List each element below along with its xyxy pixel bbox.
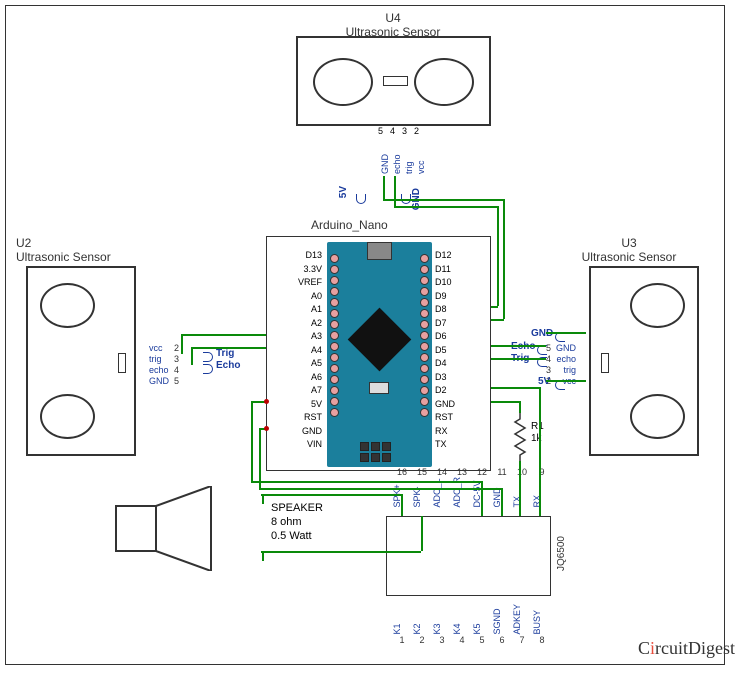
wire bbox=[503, 199, 505, 319]
u2-label: U2Ultrasonic Sensor bbox=[16, 236, 166, 264]
wire bbox=[546, 332, 586, 334]
net-5v: 5V bbox=[538, 376, 550, 387]
icsp-header-icon bbox=[360, 442, 391, 462]
wire bbox=[546, 380, 586, 382]
watermark: CircuitDigest bbox=[638, 638, 735, 659]
net-trig: Trig bbox=[216, 348, 234, 359]
wire bbox=[539, 387, 541, 516]
net-symbol-icon bbox=[356, 191, 366, 209]
wire bbox=[401, 494, 403, 516]
ultrasonic-sensor-u3: GNDechotrigvcc 5432 bbox=[589, 266, 699, 456]
wire bbox=[259, 428, 261, 488]
jq6500-top-nums: 161514131211109 bbox=[392, 467, 552, 477]
wire bbox=[383, 176, 385, 199]
arduino-label: Arduino_Nano bbox=[311, 218, 388, 232]
net-symbol-icon bbox=[550, 332, 568, 342]
wire bbox=[519, 401, 521, 413]
u4-label: U4Ultrasonic Sensor bbox=[318, 11, 468, 39]
sensor-crystal-icon bbox=[383, 76, 408, 86]
reset-button-icon bbox=[369, 382, 389, 394]
nano-pins-right bbox=[420, 254, 429, 417]
net-symbol-icon bbox=[532, 345, 550, 355]
wire bbox=[251, 481, 481, 483]
net-5v: 5V bbox=[338, 186, 349, 198]
ultrasonic-sensor-u2: vcctrigechoGND 2345 bbox=[26, 266, 136, 456]
wire bbox=[262, 551, 264, 561]
u2-pin-nums: 2345 bbox=[174, 343, 179, 387]
junction-node bbox=[264, 426, 269, 431]
sensor-port-icon bbox=[630, 394, 685, 439]
wire bbox=[421, 516, 423, 551]
wire bbox=[394, 206, 497, 208]
arduino-right-pins: D12D11D10D9D8D7D6D5D4D3D2GNDRSTRXTX bbox=[435, 249, 485, 452]
sensor-port-icon bbox=[313, 58, 373, 106]
net-symbol-icon bbox=[200, 364, 218, 374]
resistor-label: R11k bbox=[531, 421, 544, 445]
jq6500-module: 161514131211109 SPK+SPK-ADC_LADC_RDC-5VG… bbox=[386, 516, 551, 596]
u4-pin-labels: GNDechotrigvcc bbox=[380, 154, 428, 174]
speaker-symbol bbox=[111, 486, 261, 571]
wire bbox=[501, 488, 503, 516]
wire bbox=[181, 334, 266, 336]
wire bbox=[491, 358, 546, 360]
wire bbox=[191, 347, 266, 349]
wire bbox=[191, 347, 193, 365]
speaker-label: SPEAKER8 ohm0.5 Watt bbox=[271, 501, 323, 543]
wire bbox=[262, 494, 264, 504]
net-symbol-icon bbox=[550, 380, 568, 390]
sensor-crystal-icon bbox=[601, 353, 609, 373]
wire bbox=[261, 494, 401, 496]
jq6500-label: JQ6500 bbox=[556, 536, 567, 571]
u3-label: U3Ultrasonic Sensor bbox=[554, 236, 704, 264]
wire bbox=[261, 551, 421, 553]
wire bbox=[519, 461, 521, 516]
jq6500-bot-pins: K1K2K3K4K5SGNDADKEYBUSY bbox=[392, 604, 552, 635]
sensor-port-icon bbox=[630, 283, 685, 328]
ultrasonic-sensor-u4: GNDechotrigvcc 5432 bbox=[296, 36, 491, 126]
wire bbox=[491, 306, 498, 308]
u4-pin-nums: 5432 bbox=[378, 126, 426, 136]
sensor-port-icon bbox=[40, 394, 95, 439]
net-symbol-icon bbox=[200, 352, 218, 362]
nano-pins-left bbox=[330, 254, 339, 417]
usb-icon bbox=[367, 242, 392, 260]
wire bbox=[481, 481, 483, 516]
sensor-port-icon bbox=[414, 58, 474, 106]
wire bbox=[491, 401, 521, 403]
wire bbox=[491, 345, 546, 347]
wire bbox=[259, 488, 501, 490]
arduino-left-pins: D133.3VVREFA0A1A2A3A4A5A6A75VRSTGNDVIN bbox=[272, 249, 322, 452]
junction-node bbox=[264, 399, 269, 404]
sensor-crystal-icon bbox=[118, 353, 126, 373]
nano-board bbox=[327, 242, 432, 467]
resistor-r1 bbox=[513, 411, 528, 461]
wire bbox=[181, 334, 183, 354]
sensor-port-icon bbox=[40, 283, 95, 328]
wire bbox=[497, 206, 499, 306]
wire bbox=[491, 319, 504, 321]
wire bbox=[491, 387, 541, 389]
arduino-nano: D133.3VVREFA0A1A2A3A4A5A6A75VRSTGNDVIN D… bbox=[266, 236, 491, 471]
wire bbox=[251, 401, 253, 481]
jq6500-bot-nums: 12345678 bbox=[392, 635, 552, 645]
schematic-frame: U4Ultrasonic Sensor GNDechotrigvcc 5432 … bbox=[5, 5, 725, 665]
u2-pin-labels: vcctrigechoGND bbox=[149, 343, 169, 387]
wire bbox=[394, 176, 396, 206]
net-echo: Echo bbox=[216, 360, 240, 371]
mcu-chip-icon bbox=[348, 308, 412, 372]
wire bbox=[383, 199, 503, 201]
